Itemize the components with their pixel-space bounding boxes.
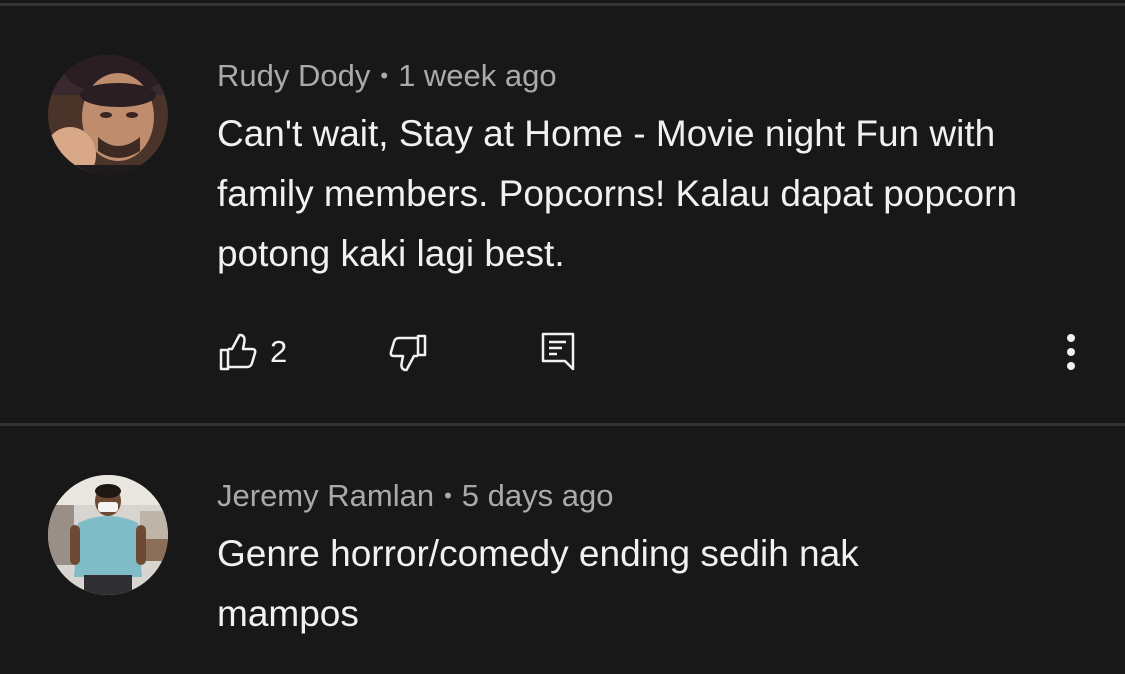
comment-meta: Jeremy Ramlan • 5 days ago <box>217 476 613 516</box>
comment-text: Genre horror/comedy ending sedih nak mam… <box>217 533 859 634</box>
avatar[interactable] <box>48 55 168 175</box>
avatar[interactable] <box>48 475 168 595</box>
author-name[interactable]: Jeremy Ramlan <box>217 478 434 513</box>
author-name[interactable]: Rudy Dody <box>217 58 370 93</box>
dislike-button[interactable] <box>388 333 428 373</box>
reply-icon <box>541 332 575 371</box>
user-avatar-image <box>48 475 168 595</box>
comment-divider <box>0 423 1125 426</box>
comments-page: Rudy Dody • 1 week ago Can't wait, Stay at… <box>0 0 1125 674</box>
top-divider <box>0 3 1125 6</box>
comment-time[interactable]: 5 days ago <box>462 478 614 513</box>
like-button[interactable]: 2 <box>218 331 287 373</box>
comment-text: Can't wait, Stay at Home - Movie night F… <box>217 113 1018 274</box>
more-vertical-icon <box>1067 334 1075 370</box>
thumbs-down-icon <box>389 334 427 372</box>
comment-meta: Rudy Dody • 1 week ago <box>217 56 557 96</box>
thumbs-up-icon <box>219 333 257 371</box>
user-avatar-image <box>48 55 168 175</box>
comment-time[interactable]: 1 week ago <box>398 58 557 93</box>
more-options-button[interactable] <box>1056 332 1086 372</box>
reply-button[interactable] <box>540 331 576 373</box>
like-count: 2 <box>270 334 288 369</box>
meta-separator: • <box>444 483 452 508</box>
meta-separator: • <box>380 63 389 88</box>
